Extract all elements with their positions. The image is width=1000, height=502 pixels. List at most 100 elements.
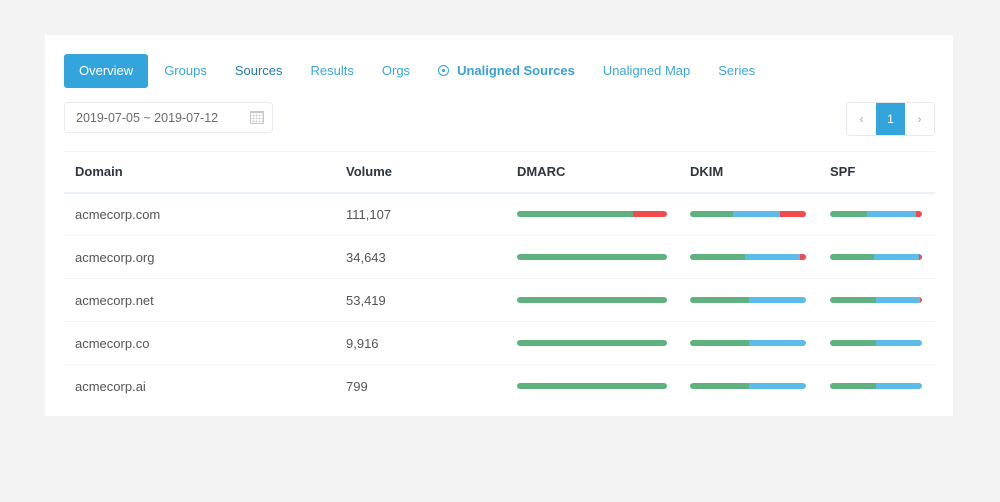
tab-unaligned-map[interactable]: Unaligned Map bbox=[589, 54, 704, 88]
spf-cell bbox=[830, 236, 935, 279]
tab-results[interactable]: Results bbox=[297, 54, 368, 88]
dkim-result-bar[interactable] bbox=[690, 383, 806, 390]
spf-result-bar[interactable] bbox=[830, 211, 922, 218]
spf-aligned-segment bbox=[866, 211, 916, 218]
dmarc-cell bbox=[517, 193, 690, 236]
spf-fail-segment bbox=[919, 254, 922, 260]
prev-page-button[interactable]: ‹ bbox=[847, 103, 876, 135]
dmarc-result-bar[interactable] bbox=[517, 383, 667, 390]
domain-cell: acmecorp.co bbox=[75, 335, 150, 351]
dkim-cell bbox=[690, 365, 830, 408]
header-spf[interactable]: SPF bbox=[830, 152, 935, 193]
tab-unaligned-sources-label: Unaligned Sources bbox=[457, 63, 575, 78]
dkim-pass-segment bbox=[690, 297, 750, 303]
pagination: ‹ 1 › bbox=[846, 102, 935, 136]
spf-aligned-segment bbox=[876, 297, 921, 303]
spf-cell bbox=[830, 279, 935, 322]
table-row[interactable]: acmecorp.org 34,643 bbox=[64, 236, 935, 279]
header-domain[interactable]: Domain bbox=[64, 152, 346, 193]
tab-series[interactable]: Series bbox=[704, 54, 769, 88]
dmarc-pass-segment bbox=[517, 383, 667, 390]
dkim-pass-segment bbox=[690, 383, 750, 390]
table-row[interactable]: acmecorp.com 111,107 bbox=[64, 193, 935, 236]
dkim-result-bar[interactable] bbox=[690, 340, 806, 346]
dkim-pass-segment bbox=[690, 211, 733, 218]
spf-pass-segment bbox=[830, 211, 867, 218]
report-card: Overview Groups Sources Results Orgs Una… bbox=[45, 35, 953, 416]
dmarc-cell bbox=[517, 365, 690, 408]
dkim-aligned-segment bbox=[749, 340, 806, 346]
calendar-icon[interactable] bbox=[250, 111, 264, 124]
dkim-pass-segment bbox=[690, 340, 750, 346]
domains-table: Domain Volume DMARC DKIM SPF acmecorp.co… bbox=[64, 151, 935, 408]
dmarc-result-bar[interactable] bbox=[517, 211, 667, 218]
table-header-row: Domain Volume DMARC DKIM SPF bbox=[64, 151, 935, 193]
date-range-picker[interactable]: 2019-07-05 ~ 2019-07-12 bbox=[64, 102, 273, 133]
volume-cell: 34,643 bbox=[346, 249, 386, 265]
table-row[interactable]: acmecorp.net 53,419 bbox=[64, 279, 935, 322]
target-icon bbox=[438, 65, 450, 76]
dmarc-cell bbox=[517, 322, 690, 365]
next-page-button[interactable]: › bbox=[905, 103, 934, 135]
tab-bar: Overview Groups Sources Results Orgs Una… bbox=[64, 54, 769, 88]
dmarc-result-bar[interactable] bbox=[517, 254, 667, 260]
dkim-aligned-segment bbox=[749, 383, 806, 390]
spf-fail-segment bbox=[920, 297, 922, 303]
dkim-aligned-segment bbox=[744, 254, 801, 260]
spf-result-bar[interactable] bbox=[830, 254, 922, 260]
domain-cell: acmecorp.ai bbox=[75, 378, 146, 394]
spf-pass-segment bbox=[830, 383, 876, 390]
dmarc-pass-segment bbox=[517, 340, 667, 346]
dkim-cell bbox=[690, 322, 830, 365]
spf-aligned-segment bbox=[874, 254, 920, 260]
header-dkim[interactable]: DKIM bbox=[690, 152, 830, 193]
spf-cell bbox=[830, 365, 935, 408]
table-row[interactable]: acmecorp.co 9,916 bbox=[64, 322, 935, 365]
dkim-fail-segment bbox=[780, 211, 806, 218]
volume-cell: 53,419 bbox=[346, 292, 386, 308]
dmarc-pass-segment bbox=[517, 254, 667, 260]
table-row[interactable]: acmecorp.ai 799 bbox=[64, 365, 935, 408]
tab-unaligned-sources[interactable]: Unaligned Sources bbox=[424, 54, 589, 88]
spf-aligned-segment bbox=[876, 383, 922, 390]
dkim-aligned-segment bbox=[732, 211, 781, 218]
spf-result-bar[interactable] bbox=[830, 297, 922, 303]
dmarc-pass-segment bbox=[517, 211, 633, 218]
domain-cell: acmecorp.net bbox=[75, 292, 154, 308]
tab-overview[interactable]: Overview bbox=[64, 54, 149, 88]
domain-cell: acmecorp.org bbox=[75, 249, 155, 265]
dmarc-cell bbox=[517, 279, 690, 322]
dmarc-cell bbox=[517, 236, 690, 279]
dmarc-pass-segment bbox=[517, 297, 667, 303]
dkim-result-bar[interactable] bbox=[690, 211, 806, 218]
dkim-cell bbox=[690, 236, 830, 279]
tab-sources[interactable]: Sources bbox=[221, 54, 297, 88]
dkim-result-bar[interactable] bbox=[690, 254, 806, 260]
spf-aligned-segment bbox=[876, 340, 922, 346]
volume-cell: 799 bbox=[346, 378, 368, 394]
dkim-fail-segment bbox=[800, 254, 806, 260]
dkim-cell bbox=[690, 279, 830, 322]
spf-result-bar[interactable] bbox=[830, 383, 922, 390]
spf-pass-segment bbox=[830, 297, 876, 303]
header-volume[interactable]: Volume bbox=[346, 152, 517, 193]
header-dmarc[interactable]: DMARC bbox=[517, 152, 690, 193]
spf-cell bbox=[830, 322, 935, 365]
tab-orgs[interactable]: Orgs bbox=[368, 54, 424, 88]
dkim-aligned-segment bbox=[749, 297, 806, 303]
dmarc-fail-segment bbox=[632, 211, 667, 218]
spf-result-bar[interactable] bbox=[830, 340, 922, 346]
volume-cell: 111,107 bbox=[346, 206, 392, 222]
dmarc-result-bar[interactable] bbox=[517, 297, 667, 303]
dkim-pass-segment bbox=[690, 254, 745, 260]
spf-cell bbox=[830, 193, 935, 236]
page-1-button[interactable]: 1 bbox=[876, 103, 905, 135]
dmarc-result-bar[interactable] bbox=[517, 340, 667, 346]
dkim-result-bar[interactable] bbox=[690, 297, 806, 303]
dkim-cell bbox=[690, 193, 830, 236]
volume-cell: 9,916 bbox=[346, 335, 379, 351]
spf-pass-segment bbox=[830, 340, 876, 346]
tab-groups[interactable]: Groups bbox=[150, 54, 221, 88]
domain-cell: acmecorp.com bbox=[75, 206, 161, 222]
spf-fail-segment bbox=[915, 211, 922, 218]
